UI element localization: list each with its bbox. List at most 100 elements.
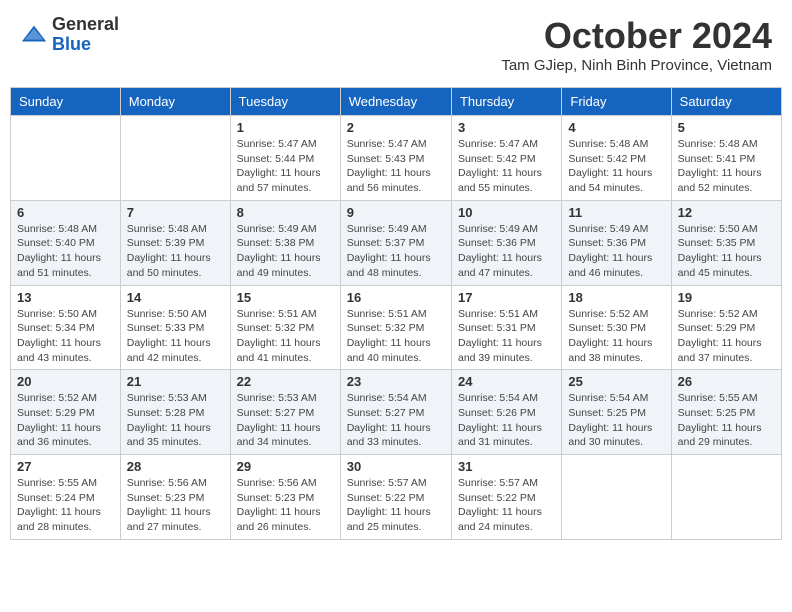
day-info: Sunrise: 5:55 AM Sunset: 5:24 PM Dayligh… bbox=[17, 476, 114, 535]
day-number: 24 bbox=[458, 374, 555, 389]
day-number: 28 bbox=[127, 459, 224, 474]
calendar-cell: 29 Sunrise: 5:56 AM Sunset: 5:23 PM Dayli… bbox=[230, 455, 340, 540]
day-info: Sunrise: 5:54 AM Sunset: 5:27 PM Dayligh… bbox=[347, 391, 445, 450]
weekday-sunday: Sunday bbox=[11, 88, 121, 116]
day-number: 21 bbox=[127, 374, 224, 389]
calendar-cell: 19 Sunrise: 5:52 AM Sunset: 5:29 PM Dayli… bbox=[671, 285, 781, 370]
calendar-cell bbox=[671, 455, 781, 540]
day-info: Sunrise: 5:48 AM Sunset: 5:42 PM Dayligh… bbox=[568, 137, 664, 196]
day-info: Sunrise: 5:57 AM Sunset: 5:22 PM Dayligh… bbox=[458, 476, 555, 535]
day-number: 2 bbox=[347, 120, 445, 135]
day-number: 25 bbox=[568, 374, 664, 389]
calendar-cell: 27Sunrise: 5:55 AM Sunset: 5:24 PM Dayli… bbox=[11, 455, 121, 540]
day-number: 6 bbox=[17, 205, 114, 220]
day-info: Sunrise: 5:50 AM Sunset: 5:35 PM Dayligh… bbox=[678, 222, 775, 281]
day-info: Sunrise: 5:51 AM Sunset: 5:31 PM Dayligh… bbox=[458, 307, 555, 366]
calendar-cell bbox=[11, 116, 121, 201]
day-number: 7 bbox=[127, 205, 224, 220]
day-info: Sunrise: 5:52 AM Sunset: 5:29 PM Dayligh… bbox=[17, 391, 114, 450]
location-subtitle: Tam GJiep, Ninh Binh Province, Vietnam bbox=[501, 57, 772, 74]
day-info: Sunrise: 5:50 AM Sunset: 5:34 PM Dayligh… bbox=[17, 307, 114, 366]
calendar-cell: 3 Sunrise: 5:47 AM Sunset: 5:42 PM Daylig… bbox=[451, 116, 561, 201]
day-number: 1 bbox=[237, 120, 334, 135]
calendar-cell: 15 Sunrise: 5:51 AM Sunset: 5:32 PM Dayli… bbox=[230, 285, 340, 370]
calendar-week-3: 13 Sunrise: 5:50 AM Sunset: 5:34 PM Dayli… bbox=[11, 285, 782, 370]
day-info: Sunrise: 5:49 AM Sunset: 5:37 PM Dayligh… bbox=[347, 222, 445, 281]
day-number: 16 bbox=[347, 290, 445, 305]
calendar-cell: 1 Sunrise: 5:47 AM Sunset: 5:44 PM Daylig… bbox=[230, 116, 340, 201]
day-info: Sunrise: 5:47 AM Sunset: 5:43 PM Dayligh… bbox=[347, 137, 445, 196]
day-info: Sunrise: 5:54 AM Sunset: 5:26 PM Dayligh… bbox=[458, 391, 555, 450]
day-number: 3 bbox=[458, 120, 555, 135]
day-info: Sunrise: 5:56 AM Sunset: 5:23 PM Dayligh… bbox=[237, 476, 334, 535]
day-number: 23 bbox=[347, 374, 445, 389]
calendar-cell: 30 Sunrise: 5:57 AM Sunset: 5:22 PM Dayli… bbox=[340, 455, 451, 540]
logo-icon bbox=[20, 21, 48, 49]
day-info: Sunrise: 5:57 AM Sunset: 5:22 PM Dayligh… bbox=[347, 476, 445, 535]
calendar-body: 1 Sunrise: 5:47 AM Sunset: 5:44 PM Daylig… bbox=[11, 116, 782, 540]
day-info: Sunrise: 5:52 AM Sunset: 5:30 PM Dayligh… bbox=[568, 307, 664, 366]
day-info: Sunrise: 5:49 AM Sunset: 5:36 PM Dayligh… bbox=[458, 222, 555, 281]
calendar-cell: 17Sunrise: 5:51 AM Sunset: 5:31 PM Dayli… bbox=[451, 285, 561, 370]
calendar-cell: 23 Sunrise: 5:54 AM Sunset: 5:27 PM Dayli… bbox=[340, 370, 451, 455]
day-info: Sunrise: 5:51 AM Sunset: 5:32 PM Dayligh… bbox=[347, 307, 445, 366]
calendar-cell: 26 Sunrise: 5:55 AM Sunset: 5:25 PM Dayli… bbox=[671, 370, 781, 455]
day-number: 18 bbox=[568, 290, 664, 305]
day-number: 15 bbox=[237, 290, 334, 305]
day-info: Sunrise: 5:49 AM Sunset: 5:36 PM Dayligh… bbox=[568, 222, 664, 281]
calendar-cell: 25 Sunrise: 5:54 AM Sunset: 5:25 PM Dayli… bbox=[562, 370, 671, 455]
day-info: Sunrise: 5:53 AM Sunset: 5:28 PM Dayligh… bbox=[127, 391, 224, 450]
calendar-cell: 21 Sunrise: 5:53 AM Sunset: 5:28 PM Dayli… bbox=[120, 370, 230, 455]
day-info: Sunrise: 5:56 AM Sunset: 5:23 PM Dayligh… bbox=[127, 476, 224, 535]
calendar-cell: 6 Sunrise: 5:48 AM Sunset: 5:40 PM Daylig… bbox=[11, 200, 121, 285]
day-number: 5 bbox=[678, 120, 775, 135]
day-number: 30 bbox=[347, 459, 445, 474]
calendar-cell: 14 Sunrise: 5:50 AM Sunset: 5:33 PM Dayli… bbox=[120, 285, 230, 370]
day-info: Sunrise: 5:52 AM Sunset: 5:29 PM Dayligh… bbox=[678, 307, 775, 366]
day-number: 31 bbox=[458, 459, 555, 474]
month-title: October 2024 bbox=[501, 15, 772, 57]
day-info: Sunrise: 5:47 AM Sunset: 5:44 PM Dayligh… bbox=[237, 137, 334, 196]
day-info: Sunrise: 5:54 AM Sunset: 5:25 PM Dayligh… bbox=[568, 391, 664, 450]
day-number: 12 bbox=[678, 205, 775, 220]
calendar-cell: 12 Sunrise: 5:50 AM Sunset: 5:35 PM Dayli… bbox=[671, 200, 781, 285]
day-number: 11 bbox=[568, 205, 664, 220]
calendar-cell: 4 Sunrise: 5:48 AM Sunset: 5:42 PM Daylig… bbox=[562, 116, 671, 201]
weekday-monday: Monday bbox=[120, 88, 230, 116]
calendar-cell: 10 Sunrise: 5:49 AM Sunset: 5:36 PM Dayli… bbox=[451, 200, 561, 285]
day-number: 19 bbox=[678, 290, 775, 305]
calendar-cell: 7 Sunrise: 5:48 AM Sunset: 5:39 PM Daylig… bbox=[120, 200, 230, 285]
day-info: Sunrise: 5:50 AM Sunset: 5:33 PM Dayligh… bbox=[127, 307, 224, 366]
weekday-friday: Friday bbox=[562, 88, 671, 116]
calendar-cell: 9Sunrise: 5:49 AM Sunset: 5:37 PM Daylig… bbox=[340, 200, 451, 285]
calendar-cell: 2 Sunrise: 5:47 AM Sunset: 5:43 PM Daylig… bbox=[340, 116, 451, 201]
calendar-cell: 13 Sunrise: 5:50 AM Sunset: 5:34 PM Dayli… bbox=[11, 285, 121, 370]
day-number: 10 bbox=[458, 205, 555, 220]
day-info: Sunrise: 5:48 AM Sunset: 5:40 PM Dayligh… bbox=[17, 222, 114, 281]
logo: General Blue bbox=[20, 15, 119, 55]
calendar-cell: 28 Sunrise: 5:56 AM Sunset: 5:23 PM Dayli… bbox=[120, 455, 230, 540]
day-info: Sunrise: 5:51 AM Sunset: 5:32 PM Dayligh… bbox=[237, 307, 334, 366]
weekday-wednesday: Wednesday bbox=[340, 88, 451, 116]
calendar-cell: 5 Sunrise: 5:48 AM Sunset: 5:41 PM Daylig… bbox=[671, 116, 781, 201]
day-info: Sunrise: 5:55 AM Sunset: 5:25 PM Dayligh… bbox=[678, 391, 775, 450]
calendar-cell: 18 Sunrise: 5:52 AM Sunset: 5:30 PM Dayli… bbox=[562, 285, 671, 370]
day-number: 29 bbox=[237, 459, 334, 474]
title-block: October 2024 Tam GJiep, Ninh Binh Provin… bbox=[501, 15, 772, 74]
day-info: Sunrise: 5:49 AM Sunset: 5:38 PM Dayligh… bbox=[237, 222, 334, 281]
calendar-week-2: 6 Sunrise: 5:48 AM Sunset: 5:40 PM Daylig… bbox=[11, 200, 782, 285]
calendar-cell bbox=[562, 455, 671, 540]
weekday-header-row: SundayMondayTuesdayWednesdayThursdayFrid… bbox=[11, 88, 782, 116]
day-number: 4 bbox=[568, 120, 664, 135]
day-number: 14 bbox=[127, 290, 224, 305]
page-header: General Blue October 2024 Tam GJiep, Nin… bbox=[10, 10, 782, 79]
day-info: Sunrise: 5:47 AM Sunset: 5:42 PM Dayligh… bbox=[458, 137, 555, 196]
calendar-cell: 8Sunrise: 5:49 AM Sunset: 5:38 PM Daylig… bbox=[230, 200, 340, 285]
day-info: Sunrise: 5:48 AM Sunset: 5:39 PM Dayligh… bbox=[127, 222, 224, 281]
day-info: Sunrise: 5:48 AM Sunset: 5:41 PM Dayligh… bbox=[678, 137, 775, 196]
weekday-thursday: Thursday bbox=[451, 88, 561, 116]
day-number: 13 bbox=[17, 290, 114, 305]
calendar-week-1: 1 Sunrise: 5:47 AM Sunset: 5:44 PM Daylig… bbox=[11, 116, 782, 201]
calendar-week-5: 27Sunrise: 5:55 AM Sunset: 5:24 PM Dayli… bbox=[11, 455, 782, 540]
day-number: 26 bbox=[678, 374, 775, 389]
